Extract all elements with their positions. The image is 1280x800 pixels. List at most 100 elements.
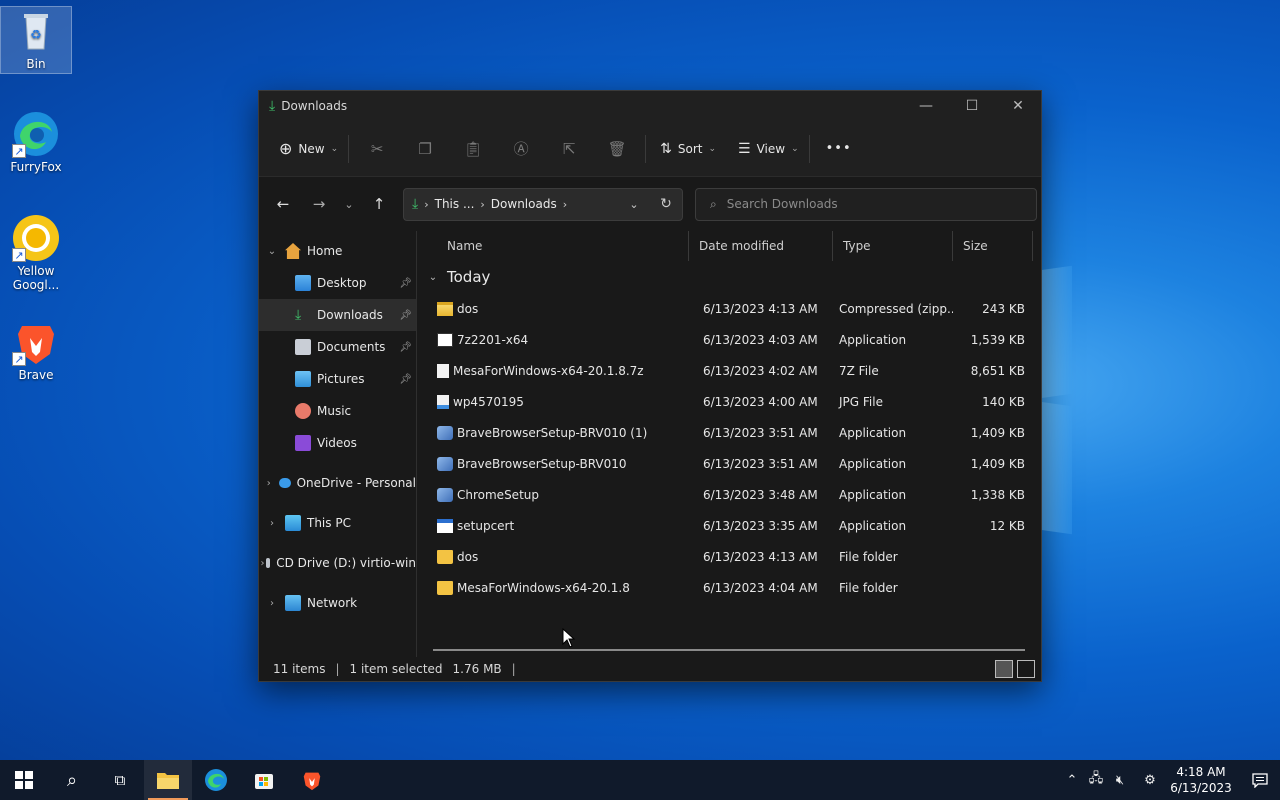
sort-label: Sort: [677, 141, 703, 156]
cut-icon[interactable]: ✂: [353, 133, 401, 165]
new-button[interactable]: ⊕ New ⌄: [273, 133, 344, 165]
file-row[interactable]: setupcert 6/13/2023 3:35 AM Application 12 …: [425, 510, 1041, 541]
system-tray: ⌃ 🖧︎ 🔇︎ ⚙ 4:18 AM 6/13/2023: [1060, 760, 1280, 800]
column-header-name[interactable]: Name: [425, 231, 689, 261]
group-header-today[interactable]: ⌄ Today: [425, 261, 1041, 293]
sidebar-item-this-pc[interactable]: › This PC: [259, 507, 416, 539]
maximize-button[interactable]: ☐: [949, 91, 995, 121]
title-bar[interactable]: ⤓ Downloads — ☐ ✕: [259, 91, 1041, 121]
share-icon[interactable]: ⇱: [545, 133, 593, 165]
file-row[interactable]: MesaForWindows-x64-20.1.8.7z 6/13/2023 4:…: [425, 355, 1041, 386]
file-row[interactable]: BraveBrowserSetup-BRV010 (1) 6/13/2023 3:…: [425, 417, 1041, 448]
address-bar[interactable]: ⤓ › This ... › Downloads › ⌄ ↻: [403, 187, 683, 221]
desktop-icon-furryfox[interactable]: ↗ FurryFox: [0, 110, 72, 174]
back-arrow-icon[interactable]: ←: [267, 188, 299, 220]
search-icon[interactable]: ⌕: [48, 760, 96, 800]
taskbar-edge-icon[interactable]: [192, 760, 240, 800]
chevron-right-icon[interactable]: ›: [259, 558, 266, 569]
7zip-app-icon: [437, 332, 453, 347]
breadcrumb-chevron-icon: ›: [424, 197, 429, 211]
desktop-icon-label: Yellow Googl...: [12, 264, 60, 292]
file-date: 6/13/2023 4:03 AM: [703, 332, 818, 347]
sidebar-item-cd-drive[interactable]: › CD Drive (D:) virtio-win: [259, 547, 416, 579]
show-hidden-icons-chevron-icon[interactable]: ⌃: [1060, 773, 1084, 788]
notification-center-icon[interactable]: [1240, 772, 1280, 788]
taskbar-store-icon[interactable]: [240, 760, 288, 800]
forward-arrow-icon[interactable]: →: [303, 188, 335, 220]
desktop-icon-yellow-google[interactable]: ↗ Yellow Googl...: [0, 214, 72, 292]
delete-icon[interactable]: 🗑︎: [593, 133, 641, 165]
sidebar-item-home[interactable]: ⌄ Home: [259, 235, 416, 267]
file-row[interactable]: ChromeSetup 6/13/2023 3:48 AM Application 1…: [425, 479, 1041, 510]
file-row[interactable]: dos 6/13/2023 4:13 AM Compressed (zipp... 2…: [425, 293, 1041, 324]
file-date: 6/13/2023 3:35 AM: [703, 518, 818, 533]
column-header-date-modified[interactable]: Date modified: [689, 231, 833, 261]
details-view-toggle-icon[interactable]: [995, 660, 1013, 678]
file-type: File folder: [839, 549, 898, 564]
taskbar-brave-icon[interactable]: [288, 760, 336, 800]
sidebar-item-music[interactable]: Music: [259, 395, 416, 427]
sidebar-item-onedrive[interactable]: › OneDrive - Personal: [259, 467, 416, 499]
chevron-down-icon: ⌄: [330, 143, 339, 154]
breadcrumb-this-pc[interactable]: This ...: [435, 197, 475, 211]
column-header-size[interactable]: Size: [953, 231, 1033, 261]
desktop-icon-brave[interactable]: ↗ Brave: [0, 318, 72, 382]
file-date: 6/13/2023 3:51 AM: [703, 425, 818, 440]
paste-icon[interactable]: 📋︎: [449, 133, 497, 165]
view-button[interactable]: ☰ View ⌄: [732, 133, 805, 165]
close-button[interactable]: ✕: [995, 91, 1041, 121]
chevron-right-icon[interactable]: ›: [259, 478, 279, 489]
desktop-icon-recycle-bin[interactable]: ♻ Bin: [0, 6, 72, 74]
large-icons-view-toggle-icon[interactable]: [1017, 660, 1035, 678]
taskbar-file-explorer-icon[interactable]: [144, 760, 192, 800]
item-count: 11 items: [273, 662, 326, 676]
file-name-cell: dos: [425, 301, 689, 316]
sidebar-item-label: CD Drive (D:) virtio-win: [276, 556, 416, 570]
recent-locations-chevron-icon[interactable]: ⌄: [335, 188, 363, 220]
desktop-icon-label: FurryFox: [10, 160, 62, 174]
chevron-down-icon[interactable]: ⌄: [259, 246, 285, 257]
up-arrow-icon[interactable]: ↑: [363, 188, 395, 220]
chevron-right-icon[interactable]: ›: [259, 598, 285, 609]
more-options-button[interactable]: •••: [820, 133, 858, 165]
shortcut-arrow-icon: ↗: [12, 248, 26, 262]
sidebar-item-videos[interactable]: Videos: [259, 427, 416, 459]
clock[interactable]: 4:18 AM 6/13/2023: [1168, 764, 1234, 796]
sidebar-item-pictures[interactable]: Pictures 📌︎: [259, 363, 416, 395]
file-row[interactable]: MesaForWindows-x64-20.1.8 6/13/2023 4:04 …: [425, 572, 1041, 603]
horizontal-scrollbar[interactable]: [433, 649, 1025, 651]
sidebar-item-documents[interactable]: Documents 📌︎: [259, 331, 416, 363]
settings-gear-icon[interactable]: ⚙: [1138, 773, 1162, 788]
file-row[interactable]: BraveBrowserSetup-BRV010 6/13/2023 3:51 A…: [425, 448, 1041, 479]
network-icon[interactable]: 🖧︎: [1084, 769, 1108, 791]
chevron-down-icon[interactable]: ⌄: [425, 272, 441, 283]
refresh-icon[interactable]: ↻: [650, 196, 682, 212]
task-view-icon[interactable]: ⧉: [96, 760, 144, 800]
address-dropdown-icon[interactable]: ⌄: [618, 198, 650, 211]
minimize-button[interactable]: —: [903, 91, 949, 121]
file-row[interactable]: dos 6/13/2023 4:13 AM File folder: [425, 541, 1041, 572]
toolbar-divider: [348, 134, 350, 163]
navigation-pane: ⌄ Home Desktop 📌︎ ⤓ Downloads 📌︎ Documen…: [259, 231, 417, 657]
sidebar-item-downloads[interactable]: ⤓ Downloads 📌︎: [259, 299, 416, 331]
column-header-type[interactable]: Type: [833, 231, 953, 261]
start-button[interactable]: [0, 760, 48, 800]
column-header-row: Name Date modified Type Size: [425, 231, 1041, 261]
file-name-cell: BraveBrowserSetup-BRV010 (1): [425, 425, 689, 440]
breadcrumb-chevron-icon: ›: [562, 197, 568, 211]
sort-button[interactable]: ⇅ Sort ⌄: [654, 133, 722, 165]
download-arrow-icon: ⤓: [269, 98, 276, 114]
windows-wallpaper-logo-top: [1040, 265, 1072, 399]
breadcrumb-downloads[interactable]: Downloads: [491, 197, 557, 211]
search-box[interactable]: ⌕ Search Downloads: [695, 187, 1037, 221]
file-row[interactable]: wp4570195 6/13/2023 4:00 AM JPG File 140 KB: [425, 386, 1041, 417]
file-row[interactable]: 7z2201-x64 6/13/2023 4:03 AM Application 1,…: [425, 324, 1041, 355]
chevron-right-icon[interactable]: ›: [259, 518, 285, 529]
sidebar-item-desktop[interactable]: Desktop 📌︎: [259, 267, 416, 299]
volume-muted-icon[interactable]: 🔇︎: [1108, 773, 1132, 788]
clock-time: 4:18 AM: [1176, 765, 1226, 779]
copy-icon[interactable]: ❐: [401, 133, 449, 165]
sidebar-item-network[interactable]: › Network: [259, 587, 416, 619]
desktop-folder-icon: [295, 275, 311, 291]
rename-icon[interactable]: Ⓐ: [497, 133, 545, 165]
